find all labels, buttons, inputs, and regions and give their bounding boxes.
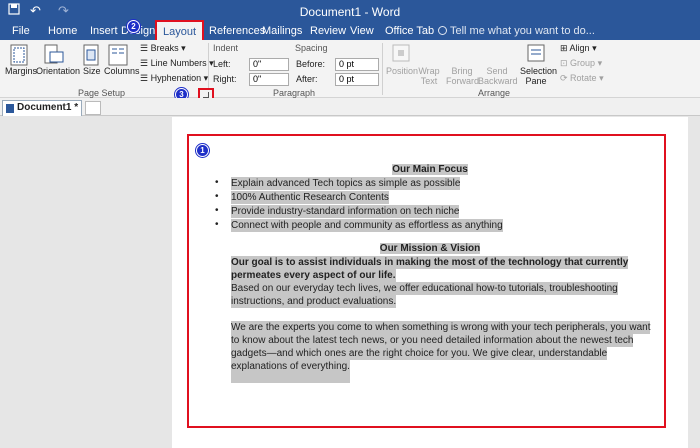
breaks-label: Breaks [150,43,179,53]
document-tab[interactable]: Document1 * [2,100,82,116]
window-title: Document1 - Word [299,5,401,19]
spacing-after-input[interactable]: 0 pt [335,73,379,86]
size-button[interactable]: Size [83,66,101,76]
group-label: Group [570,58,596,68]
paragraph-line[interactable]: Based on our everyday tech lives, we off… [231,282,618,295]
columns-button[interactable]: Columns [104,66,140,76]
bullet-icon: • [215,177,219,188]
bullet-item[interactable]: Connect with people and community as eff… [231,219,503,232]
margins-icon [10,44,30,66]
rotate-label: Rotate [570,73,597,83]
marker-2: 2 [127,20,140,33]
tab-home[interactable]: Home [48,25,77,37]
paragraph-line[interactable]: gadgets—and which ones are the right cho… [231,347,608,360]
align-button[interactable]: ⊞ Align ▾ [560,43,597,54]
word-doc-icon [6,104,14,113]
columns-icon [108,44,128,66]
bullet-item[interactable]: 100% Authentic Research Contents [231,191,389,204]
tab-view[interactable]: View [350,25,374,37]
ribbon-tabs: File Home Insert Design References Maili… [0,24,700,40]
tab-insert[interactable]: Insert [90,25,118,37]
indent-right-input[interactable]: 0" [249,73,289,86]
heading-main-focus[interactable]: Our Main Focus [230,164,630,175]
new-tab-button[interactable] [85,101,101,115]
paragraph-line[interactable]: instructions, and product evaluations. [231,295,397,308]
size-icon [83,44,103,66]
bullet-icon: • [215,219,219,230]
orientation-button[interactable]: Orientation [36,66,80,76]
paragraph-line[interactable]: to know about the latest tech news, or y… [231,334,634,347]
spacing-after-label: After: [296,74,318,84]
bold-line[interactable]: Our goal is to assist individuals in mak… [231,256,629,269]
tab-office-tab[interactable]: Office Tab [385,25,434,37]
paragraph-line[interactable]: explanations of everything. [231,360,350,383]
bullet-item[interactable]: Explain advanced Tech topics as simple a… [231,177,461,190]
tab-mailings[interactable]: Mailings [262,25,302,37]
marker-1: 1 [196,144,209,157]
rotate-button[interactable]: ⟳ Rotate ▾ [560,73,604,84]
tab-review[interactable]: Review [310,25,346,37]
indent-label: Indent [213,43,239,53]
spacing-before-input[interactable]: 0 pt [335,58,379,71]
bullet-icon: • [215,191,219,202]
paragraph-label: Paragraph [273,88,316,98]
line-numbers-button[interactable]: ☰ Line Numbers ▾ [140,58,214,69]
indent-left-label: Left: [213,59,231,69]
spacing-label: Spacing [295,43,328,53]
title-bar: ↶ ↷ Document1 - Word [0,0,700,24]
send-backward-button[interactable]: Send Backward [478,66,518,86]
document-tab-bar: Document1 * [0,98,700,116]
margins-button[interactable]: Margins [5,66,37,76]
align-label: Align [569,43,590,53]
hyphenation-label: Hyphenation [150,73,202,83]
paragraph-line[interactable]: We are the experts you come to when some… [231,321,651,334]
bullet-item[interactable]: Provide industry-standard information on… [231,205,460,218]
tab-references[interactable]: References [209,25,265,37]
orientation-icon [44,44,64,66]
heading-mission-vision[interactable]: Our Mission & Vision [230,243,630,254]
page-setup-label: Page Setup [78,88,126,98]
ribbon-layout: Margins Orientation Size Columns ☰ Break… [0,40,700,98]
group-button[interactable]: ⊡ Group ▾ [560,58,602,69]
bring-forward-button[interactable]: Bring Forward [446,66,479,86]
arrange-label: Arrange [478,88,511,98]
tell-me-text: Tell me what you want to do... [450,25,595,37]
divider [382,43,383,95]
position-button[interactable]: Position [386,66,418,76]
hyphenation-button[interactable]: ☰ Hyphenation ▾ [140,73,208,84]
line-numbers-label: Line Numbers [150,58,207,68]
tell-me-search[interactable]: Tell me what you want to do... [438,25,595,37]
tab-file[interactable]: File [12,25,30,37]
document-tab-label: Document1 * [17,102,79,113]
bold-line[interactable]: permeates every aspect of our life. [231,269,396,282]
bullet-icon: • [215,205,219,216]
position-icon [392,44,412,66]
breaks-button[interactable]: ☰ Breaks ▾ [140,43,186,54]
lightbulb-icon [438,26,447,35]
indent-left-input[interactable]: 0" [249,58,289,71]
wrap-text-button[interactable]: Wrap Text [418,66,440,86]
spacing-before-label: Before: [296,59,326,69]
selection-pane-icon [527,44,547,66]
indent-right-label: Right: [213,74,237,84]
selection-pane-button[interactable]: Selection Pane [520,66,557,86]
